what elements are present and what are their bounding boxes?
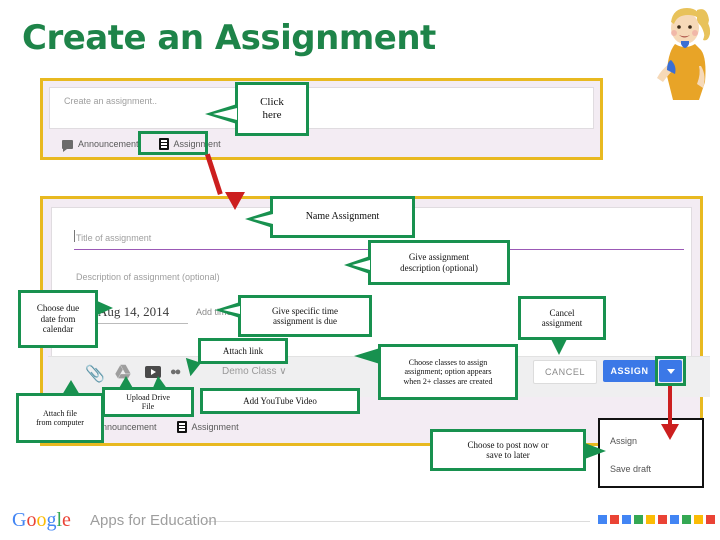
callout-upload-drive-file: Upload Drive File [102, 387, 194, 417]
color-swatch [694, 515, 703, 524]
callout-attach-file-text: Attach file from computer [36, 408, 84, 427]
callout-name-assignment-tail-inner [253, 214, 273, 224]
callout-choose-classes-tail [354, 348, 380, 364]
callout-cancel-assignment-text: Cancel assignment [541, 307, 583, 328]
announcement-label-bottom[interactable]: Announcement [96, 422, 157, 432]
callout-give-description-text: Give assignment description (optional) [400, 252, 478, 273]
color-swatch [682, 515, 691, 524]
class-selector[interactable]: Demo Class ∨ [222, 366, 287, 377]
cartoon-girl-illustration [657, 8, 711, 100]
announcement-label-top[interactable]: Announcement [78, 139, 139, 149]
red-arrow-head-dropdown [661, 424, 679, 440]
callout-choose-classes: Choose classes to assign assignment; opt… [378, 344, 518, 400]
assignment-icon-bottom [176, 421, 187, 433]
callout-choose-due-date-text: Choose due date from calendar [36, 303, 80, 335]
announcement-icon [62, 139, 73, 152]
callout-click-here-tail-inner [213, 108, 237, 120]
footer-tagline: Apps for Education [90, 512, 217, 529]
create-assignment-input-placeholder[interactable]: Create an assignment.. [64, 96, 157, 106]
color-swatch [670, 515, 679, 524]
footer-color-swatches [598, 515, 715, 524]
color-swatch [646, 515, 655, 524]
color-swatch [658, 515, 667, 524]
title-input-caret [74, 230, 75, 242]
color-swatch [610, 515, 619, 524]
description-input-placeholder[interactable]: Description of assignment (optional) [76, 272, 220, 282]
dropdown-item-assign[interactable]: Assign [610, 436, 637, 446]
assign-button[interactable]: ASSIGN [603, 360, 656, 382]
callout-give-specific-time: Give specific time assignment is due [238, 295, 372, 337]
callout-give-specific-time-text: Give specific time assignment is due [272, 305, 338, 326]
red-arrow-head [225, 192, 245, 210]
highlight-assign-dropdown [655, 356, 686, 386]
red-arrow-shaft-dropdown [668, 386, 672, 428]
callout-give-specific-time-tail-inner [223, 306, 240, 314]
page-title: Create an Assignment [22, 18, 436, 58]
assignment-label-bottom[interactable]: Assignment [192, 422, 239, 432]
color-swatch [634, 515, 643, 524]
callout-attach-file: Attach file from computer [16, 393, 104, 443]
paperclip-icon[interactable]: 📎 [85, 364, 105, 384]
callout-post-now-or-save: Choose to post now or save to later [430, 429, 586, 471]
callout-click-here-text: Click here [260, 96, 284, 121]
footer-divider [205, 521, 590, 522]
callout-add-youtube-video-text: Add YouTube Video [243, 395, 317, 406]
due-date-underline [98, 323, 188, 324]
google-logo: Google [12, 509, 71, 531]
callout-name-assignment-text: Name Assignment [305, 211, 380, 223]
cancel-button[interactable]: CANCEL [533, 360, 597, 384]
post-type-row-bottom: Announcement Assignment [96, 421, 239, 433]
dropdown-item-save-draft[interactable]: Save draft [610, 464, 651, 474]
create-post-card [49, 87, 594, 129]
callout-post-now-or-save-text: Choose to post now or save to later [467, 439, 549, 460]
callout-choose-classes-text: Choose classes to assign assignment; opt… [403, 358, 493, 386]
callout-attach-link-text: Attach link [222, 345, 264, 356]
callout-give-description: Give assignment description (optional) [368, 240, 510, 285]
callout-click-here: Click here [235, 82, 309, 136]
callout-upload-drive-file-text: Upload Drive File [126, 392, 170, 411]
slide-canvas: Create an Assignment Create an assignmen… [0, 0, 720, 540]
color-swatch [622, 515, 631, 524]
callout-give-description-tail-inner [352, 260, 370, 270]
assign-dropdown-menu: Assign Save draft [598, 418, 704, 488]
title-input-placeholder[interactable]: Title of assignment [76, 233, 151, 243]
callout-name-assignment: Name Assignment [270, 196, 415, 238]
color-swatch [598, 515, 607, 524]
callout-attach-link: Attach link [198, 338, 288, 364]
callout-cancel-assignment: Cancel assignment [518, 296, 606, 340]
callout-add-youtube-video: Add YouTube Video [200, 388, 360, 414]
callout-choose-due-date: Choose due date from calendar [18, 290, 98, 348]
color-swatch [706, 515, 715, 524]
link-icon[interactable]: ●● [170, 366, 181, 378]
highlight-assignment-button [138, 131, 208, 155]
